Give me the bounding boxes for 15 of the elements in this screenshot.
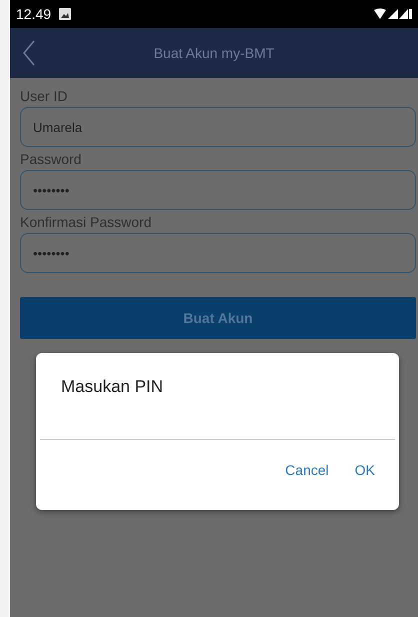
dialog-button[interactable]: Cancel (279, 458, 335, 482)
field-label: Konfirmasi Password (20, 214, 152, 230)
back-icon[interactable] (22, 40, 36, 66)
create-account-button[interactable]: Buat Akun (20, 297, 416, 339)
status-time: 12.49 (16, 6, 52, 22)
input-field[interactable]: •••••••• (20, 170, 416, 210)
field-label: Password (20, 151, 82, 167)
image-notification-icon (59, 8, 72, 20)
input-field[interactable]: Umarela (20, 107, 416, 147)
dialog-button[interactable]: OK (348, 458, 381, 482)
header-title: Buat Akun my-BMT (152, 45, 276, 61)
dialog-title: Masukan PIN (61, 377, 164, 397)
status-icons (374, 8, 412, 20)
field-label: User ID (20, 88, 68, 104)
input-field[interactable]: •••••••• (20, 233, 416, 273)
